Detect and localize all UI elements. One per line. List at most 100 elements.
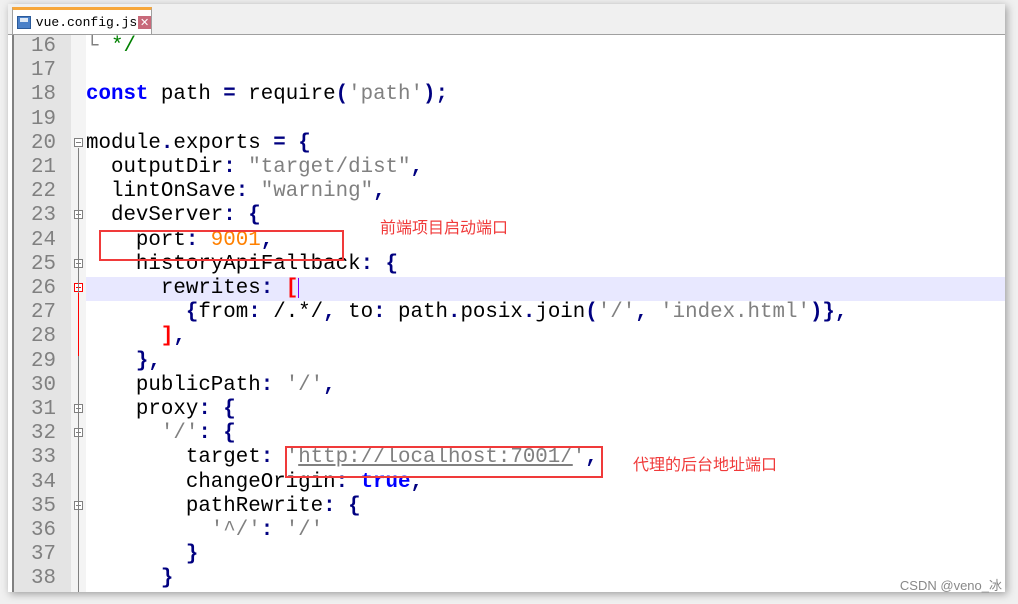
text-cursor (298, 277, 300, 298)
line-number: 30 (31, 373, 56, 397)
line-number: 36 (31, 519, 56, 542)
code-token: . (160, 131, 174, 155)
line-number: 33 (31, 446, 56, 470)
code-text: publicPath: '/', (86, 374, 1005, 398)
code-token: { (348, 494, 361, 518)
code-line[interactable]: 19 (12, 108, 1005, 132)
code-text: module.exports = { (86, 132, 1005, 156)
code-line[interactable]: 26 rewrites: [ (12, 277, 1005, 302)
tab-bar: vue.config.js ✕ (8, 4, 1005, 35)
code-token: lintOnSave (86, 180, 236, 204)
line-number: 38 (31, 567, 56, 591)
line-number: 31 (31, 398, 56, 421)
code-token: = (273, 131, 286, 155)
code-token: : (260, 446, 274, 470)
line-number: 16 (31, 35, 56, 58)
line-number: 29 (31, 349, 56, 373)
code-token: : (360, 252, 374, 276)
code-token: [ (285, 277, 299, 300)
code-token: : (373, 301, 386, 325)
code-token: "target/dist" (235, 156, 411, 179)
code-line[interactable]: 17 (12, 59, 1005, 83)
line-number: 17 (31, 59, 56, 83)
code-token: module (86, 131, 161, 155)
code-text: }, (86, 350, 1005, 374)
code-line[interactable]: 23 devServer: { (12, 204, 1005, 228)
code-line[interactable]: 20 module.exports = { (12, 132, 1005, 156)
code-token: { (248, 204, 261, 228)
code-token: , (173, 325, 186, 349)
code-token: '/' (273, 519, 324, 542)
code-line[interactable]: 29 }, (12, 350, 1005, 374)
code-line[interactable]: 38 } (12, 567, 1005, 591)
code-token: pathRewrite (86, 494, 324, 518)
close-icon[interactable]: ✕ (138, 15, 151, 29)
code-token: { (298, 131, 311, 155)
code-token: , (373, 180, 386, 204)
code-token: ( (585, 301, 598, 325)
proxy-annotation: 代理的后台地址端口 (633, 455, 778, 474)
code-line[interactable]: 21 outputDir: "target/dist", (12, 156, 1005, 180)
code-token: join (535, 301, 586, 325)
code-token: : (260, 519, 274, 542)
code-line[interactable]: 16 └ */ (12, 35, 1005, 59)
code-line[interactable]: 22 lintOnSave: "warning", (12, 180, 1005, 204)
code-token: } (160, 567, 174, 591)
code-token: . (447, 301, 461, 325)
line-number: 27 (31, 301, 56, 325)
fold-guide (78, 147, 79, 293)
code-token: to (335, 301, 374, 325)
code-line[interactable]: 36 '^/': '/' (12, 519, 1005, 543)
code-token: : (198, 422, 211, 446)
line-number: 34 (31, 470, 56, 494)
code-token: "warning" (248, 180, 374, 204)
code-line[interactable]: 28 ], (12, 325, 1005, 349)
code-line[interactable]: 27 {from: /.*/, to: path.posix.join('/',… (12, 301, 1005, 325)
code-text: ], (86, 325, 1005, 349)
code-token: rewrites (86, 277, 261, 300)
code-line[interactable]: 32 '/': { (12, 422, 1005, 446)
code-line[interactable]: 18 const path = require('path'); (12, 83, 1005, 107)
tab-vue-config[interactable]: vue.config.js ✕ (12, 7, 152, 34)
fold-toggle-icon[interactable] (74, 137, 83, 147)
code-line[interactable]: 31 proxy: { (12, 398, 1005, 422)
code-token: : (260, 373, 274, 397)
code-editor[interactable]: 16 └ */17 18 const path = require('path'); 1… (12, 35, 1005, 592)
code-text: pathRewrite: { (86, 495, 1005, 519)
code-token: : (248, 301, 261, 325)
code-line[interactable]: 30 publicPath: '/', (12, 374, 1005, 398)
code-token: 'path' (348, 83, 423, 107)
code-token: : (323, 494, 336, 518)
code-token: require (235, 83, 336, 107)
code-text: '^/': '/' (86, 519, 1005, 543)
code-token: )}, (809, 301, 848, 325)
code-token: proxy (86, 398, 199, 421)
code-token: '/' (86, 422, 199, 446)
code-text: '/': { (86, 422, 1005, 446)
code-token: , (635, 301, 648, 325)
code-token: from (198, 301, 249, 325)
code-token: , (323, 373, 336, 397)
code-token: const (86, 83, 149, 107)
code-token: , (323, 301, 336, 325)
code-token: : (223, 156, 236, 179)
code-line[interactable]: 35 pathRewrite: { (12, 495, 1005, 519)
code-text: devServer: { (86, 204, 1005, 228)
fold-guide (78, 355, 79, 592)
code-token: ); (423, 83, 448, 107)
line-number: 35 (31, 494, 56, 518)
tab-label: vue.config.js (35, 14, 138, 30)
code-text: } (86, 543, 1005, 567)
code-token: : (235, 180, 249, 204)
line-number: 37 (31, 543, 56, 567)
code-token: . (522, 301, 536, 325)
code-line[interactable]: 37 } (12, 543, 1005, 567)
fold-guide (78, 293, 79, 356)
line-number: 25 (31, 252, 56, 276)
